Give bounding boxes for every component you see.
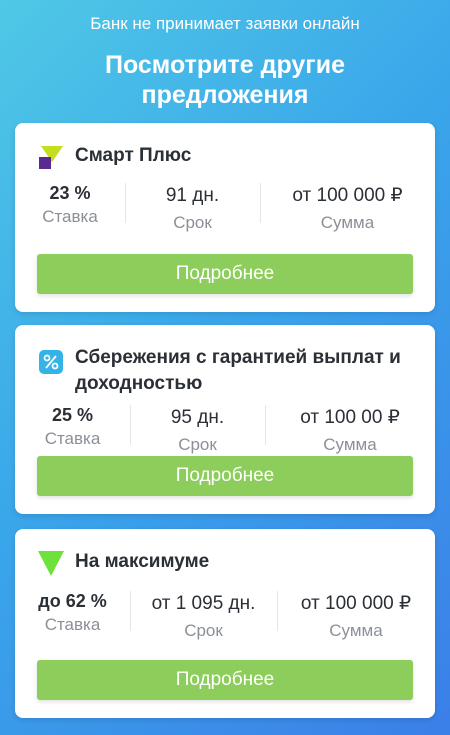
term-label: Срок (173, 213, 212, 232)
amount-value: от 100 000 ₽ (300, 593, 412, 614)
amount-stat: от 100 000 ₽ Сумма (260, 181, 435, 234)
term-label: Срок (184, 621, 223, 640)
amount-value: от 100 000 ₽ (292, 185, 403, 206)
offer-card-savings: Сбережения с гарантией выплат и доходнос… (15, 325, 435, 514)
rate-stat: 23 % Ставка (15, 181, 125, 234)
amount-label: Сумма (323, 435, 377, 454)
rate-value: до 62 % (38, 591, 107, 611)
rate-stat: 25 % Ставка (15, 403, 130, 456)
offer-card-smart-plus: Смарт Плюс 23 % Ставка 91 дн. Срок от 10… (15, 123, 435, 312)
percent-savings-icon (37, 348, 65, 376)
rate-label: Ставка (44, 615, 101, 634)
amount-stat: от 100 000 ₽ Сумма (277, 589, 435, 642)
amount-label: Сумма (329, 621, 383, 640)
term-value: 95 дн. (170, 407, 225, 428)
green-triangle-logo-icon (37, 549, 65, 577)
term-stat: 95 дн. Срок (130, 403, 265, 456)
rate-label: Ставка (44, 429, 101, 448)
details-button[interactable]: Подробнее (37, 456, 413, 496)
term-stat: от 1 095 дн. Срок (130, 589, 277, 642)
amount-label: Сумма (320, 213, 375, 232)
offer-title: На максимуме (75, 551, 210, 572)
page-title: Посмотрите другие предложения (104, 51, 345, 109)
term-label: Срок (178, 435, 217, 454)
term-stat: 91 дн. Срок (125, 181, 260, 234)
term-value: 91 дн. (165, 185, 220, 206)
amount-stat: от 100 00 ₽ Сумма (265, 403, 435, 456)
offer-card-maximum: На максимуме до 62 % Ставка от 1 095 дн.… (15, 529, 435, 718)
offer-title: Сбережения с гарантией выплат и доходнос… (75, 347, 401, 394)
amount-value: от 100 00 ₽ (300, 407, 400, 428)
rate-stat: до 62 % Ставка (15, 589, 130, 642)
bank-notice: Банк не принимает заявки онлайн (90, 14, 360, 33)
rate-value: 23 % (49, 183, 91, 203)
term-value: от 1 095 дн. (151, 593, 256, 614)
smart-plus-logo-icon (37, 143, 65, 171)
details-button[interactable]: Подробнее (37, 660, 413, 700)
offer-title: Смарт Плюс (75, 145, 192, 166)
details-button[interactable]: Подробнее (37, 254, 413, 294)
rate-label: Ставка (42, 207, 98, 226)
rate-value: 25 % (51, 405, 94, 425)
